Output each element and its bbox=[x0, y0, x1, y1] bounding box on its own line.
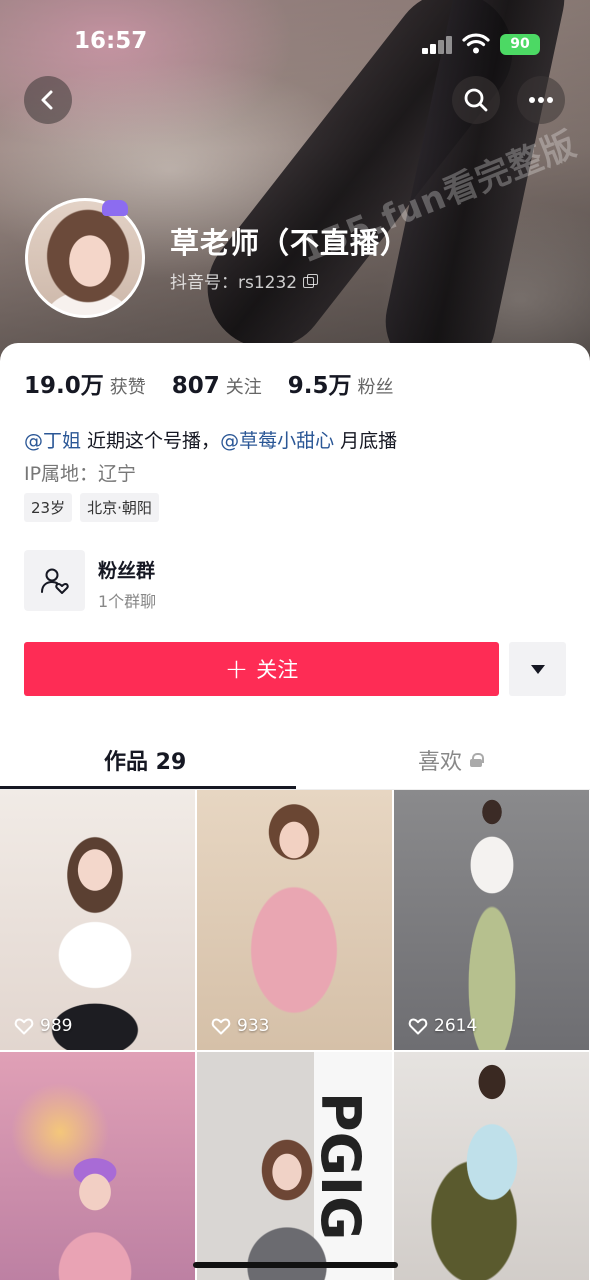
fan-group-entry[interactable]: 粉丝群 1个群聊 bbox=[24, 550, 324, 612]
fan-group-title: 粉丝群 bbox=[98, 560, 156, 582]
like-count: 2614 bbox=[408, 1016, 477, 1036]
search-button[interactable] bbox=[452, 76, 500, 124]
bio: @丁姐 近期这个号播，@草莓小甜心 月底播 bbox=[24, 426, 397, 453]
heart-outline-icon bbox=[14, 1018, 34, 1035]
plus-icon: + bbox=[224, 652, 249, 685]
home-indicator[interactable] bbox=[193, 1262, 398, 1268]
heart-outline-icon bbox=[211, 1018, 231, 1035]
video-thumbnail[interactable] bbox=[394, 1052, 589, 1280]
video-grid: 989 933 2614 PGIG bbox=[0, 790, 590, 1280]
avatar-badge-icon bbox=[102, 200, 128, 216]
ip-location: IP属地：辽宁 bbox=[24, 463, 137, 485]
video-thumbnail[interactable]: PGIG bbox=[197, 1052, 392, 1280]
bio-mention-link[interactable]: @丁姐 bbox=[24, 430, 81, 452]
thumbnail-sign-text: PGIG bbox=[309, 1092, 372, 1241]
avatar[interactable] bbox=[25, 198, 145, 318]
stat-value: 807 bbox=[171, 373, 220, 399]
search-icon bbox=[464, 88, 488, 112]
like-count-value: 2614 bbox=[434, 1016, 478, 1036]
video-thumbnail[interactable]: 2614 bbox=[394, 790, 589, 1050]
battery-indicator: 90 bbox=[500, 34, 540, 55]
tab-active-indicator bbox=[0, 786, 296, 789]
more-dots-icon bbox=[529, 97, 553, 103]
stat-value: 19.0万 bbox=[24, 373, 104, 399]
stat-label: 粉丝 bbox=[357, 377, 394, 398]
profile-name: 草老师（不直播） bbox=[170, 226, 411, 260]
stat-label: 关注 bbox=[225, 377, 262, 398]
wifi-icon bbox=[462, 33, 490, 54]
more-button[interactable] bbox=[517, 76, 565, 124]
like-count: 933 bbox=[211, 1016, 269, 1036]
bio-text: 月底播 bbox=[334, 430, 398, 452]
fan-group-subtitle: 1个群聊 bbox=[98, 592, 157, 611]
stats-row: 19.0万 获赞 807 关注 9.5万 粉丝 bbox=[24, 366, 420, 400]
video-thumbnail[interactable] bbox=[0, 1052, 195, 1280]
douyin-id-text: 抖音号：rs1232 bbox=[170, 273, 298, 293]
recommend-dropdown-button[interactable] bbox=[509, 642, 566, 696]
bio-mention-link[interactable]: @草莓小甜心 bbox=[220, 430, 334, 452]
fan-group-icon-box bbox=[24, 550, 85, 611]
douyin-id[interactable]: 抖音号：rs1232 bbox=[170, 268, 319, 293]
stat-value: 9.5万 bbox=[287, 373, 352, 399]
cellular-signal-icon bbox=[422, 36, 454, 54]
chevron-left-icon bbox=[41, 90, 53, 110]
triangle-down-icon bbox=[530, 664, 545, 674]
bio-text: 近期这个号播， bbox=[81, 430, 221, 452]
stat-following[interactable]: 807 关注 bbox=[172, 373, 262, 399]
like-count: 989 bbox=[14, 1016, 72, 1036]
content-tabs: 作品 29 喜欢 bbox=[0, 730, 590, 790]
status-time: 16:57 bbox=[74, 28, 148, 54]
back-button[interactable] bbox=[24, 76, 72, 124]
video-thumbnail[interactable]: 989 bbox=[0, 790, 195, 1050]
follow-button[interactable]: + 关注 bbox=[24, 642, 499, 696]
age-tag: 23岁 bbox=[24, 493, 73, 522]
stat-likes[interactable]: 19.0万 获赞 bbox=[24, 366, 146, 400]
location-tag: 北京·朝阳 bbox=[80, 493, 159, 522]
group-heart-icon bbox=[40, 568, 69, 594]
like-count-value: 933 bbox=[237, 1016, 270, 1036]
stat-followers[interactable]: 9.5万 粉丝 bbox=[288, 366, 394, 400]
profile-tags: 23岁 北京·朝阳 bbox=[24, 493, 159, 522]
tab-likes-label: 喜欢 bbox=[418, 750, 463, 775]
stat-label: 获赞 bbox=[109, 377, 146, 398]
copy-icon[interactable] bbox=[303, 273, 319, 288]
follow-label: 关注 bbox=[256, 658, 299, 682]
lock-icon bbox=[470, 753, 485, 767]
tab-works[interactable]: 作品 29 bbox=[104, 744, 186, 776]
heart-outline-icon bbox=[408, 1018, 428, 1035]
tab-likes[interactable]: 喜欢 bbox=[418, 744, 485, 776]
video-thumbnail[interactable]: 933 bbox=[197, 790, 392, 1050]
like-count-value: 989 bbox=[40, 1016, 73, 1036]
